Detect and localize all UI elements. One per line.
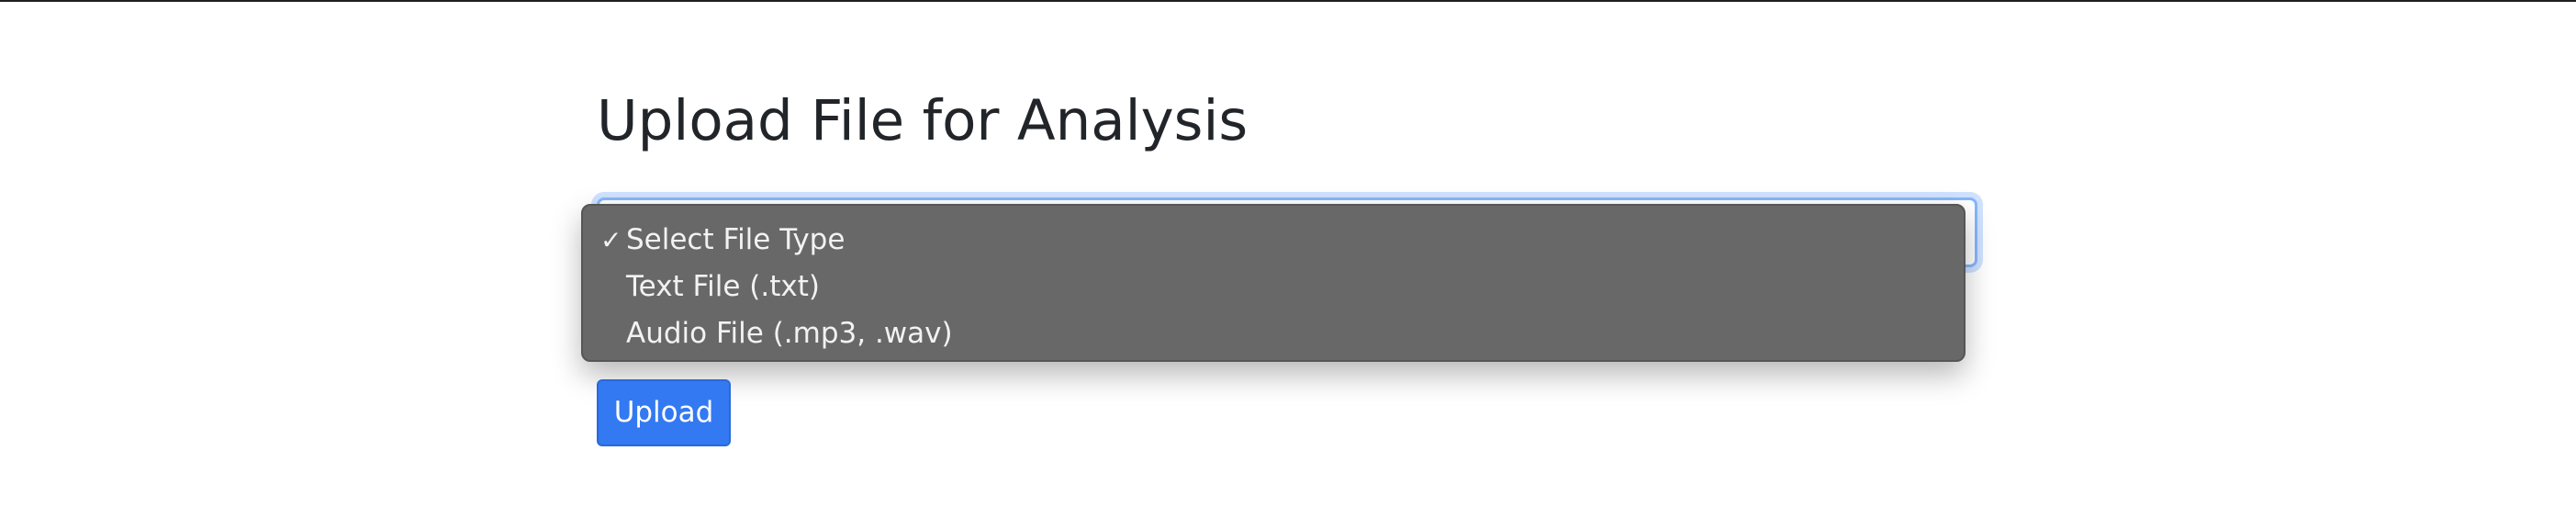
option-label: Select File Type xyxy=(626,223,846,256)
upload-form: Upload File for Analysis ✓ Select File T… xyxy=(581,0,1981,518)
file-type-dropdown-menu: ✓ Select File Type Text File (.txt) Audi… xyxy=(581,204,1966,362)
page-title: Upload File for Analysis xyxy=(597,88,1249,153)
option-select-file-type[interactable]: ✓ Select File Type xyxy=(583,217,1964,264)
option-label: Audio File (.mp3, .wav) xyxy=(626,317,953,350)
option-audio-file[interactable]: Audio File (.mp3, .wav) xyxy=(583,310,1964,357)
upload-button[interactable]: Upload xyxy=(597,379,731,446)
option-label: Text File (.txt) xyxy=(626,270,820,303)
option-text-file[interactable]: Text File (.txt) xyxy=(583,264,1964,310)
check-icon: ✓ xyxy=(600,225,622,255)
